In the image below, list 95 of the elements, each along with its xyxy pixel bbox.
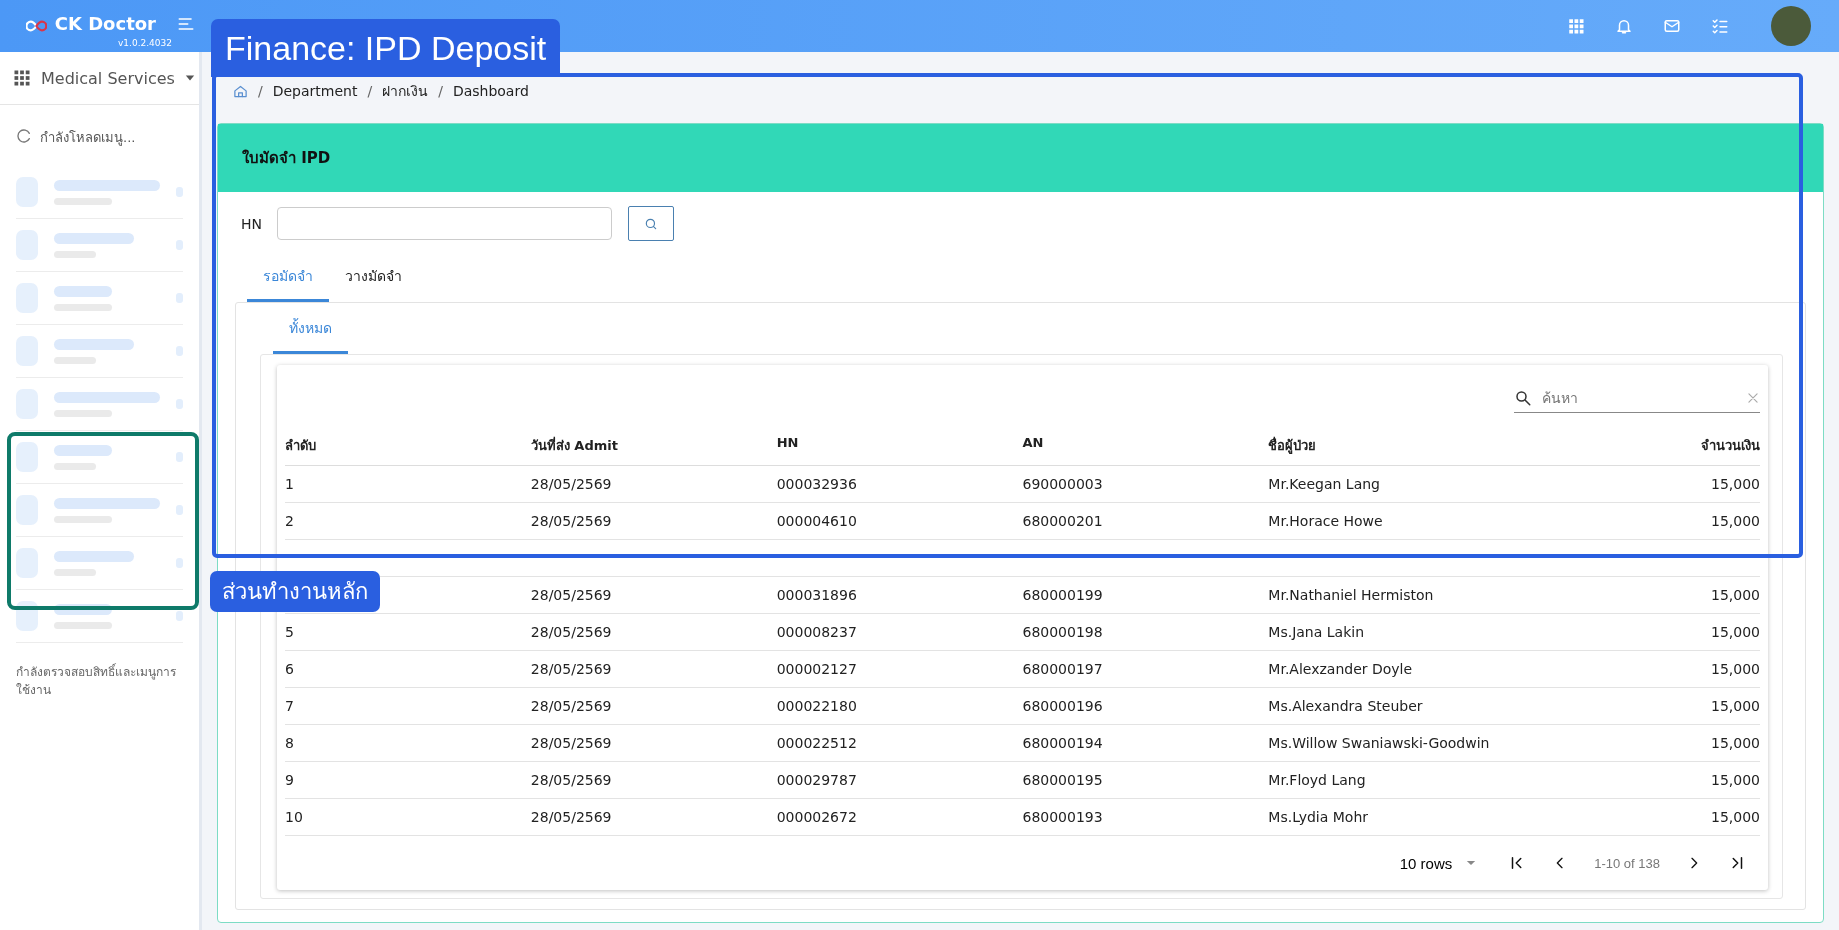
table-cell: 28/05/2569 — [530, 661, 612, 677]
table-cell: 680000196 — [1022, 698, 1103, 714]
search-icon — [644, 216, 658, 231]
status-text: กำลังตรวจสอบสิทธิ์และเมนูการใช้งาน — [15, 662, 177, 699]
mail-icon — [1663, 17, 1681, 35]
table-cell: 15,000 — [1711, 735, 1760, 751]
table-cell: 8 — [285, 735, 294, 751]
column-header: HN — [776, 421, 1023, 466]
table-cell: 680000198 — [1022, 624, 1103, 640]
annotation-label: ส่วนทำงานหลัก — [210, 571, 380, 612]
column-header: AN — [1022, 421, 1269, 466]
table-cell: 680000199 — [1022, 587, 1103, 603]
table-cell: Mr.Horace Howe — [1268, 513, 1383, 529]
card-header: ใบมัดจำ IPD — [218, 124, 1823, 192]
table-cell: 15,000 — [1711, 661, 1760, 677]
table-cell: 680000197 — [1022, 661, 1103, 677]
hn-input[interactable] — [277, 207, 612, 240]
table-cell: 15,000 — [1711, 772, 1760, 788]
table-cell: 680000195 — [1022, 772, 1103, 788]
table-cell: Mr.Floyd Lang — [1268, 772, 1366, 788]
table-cell: 6 — [285, 661, 294, 677]
column-header: ชื่อผู้ป่วย — [1268, 421, 1515, 466]
table-cell: 28/05/2569 — [530, 809, 612, 825]
table-cell: 680000194 — [1022, 735, 1103, 751]
column-header: วันที่ส่ง Admit — [530, 421, 777, 466]
tab[interactable]: ทั้งหมด — [273, 307, 348, 354]
table-cell: Mr.Keegan Lang — [1268, 476, 1380, 492]
table-cell: 000032936 — [776, 476, 857, 492]
breadcrumb-link[interactable]: ฝากเงิน — [382, 80, 429, 102]
table-cell: 5 — [285, 624, 294, 640]
table-cell: 7 — [285, 698, 294, 714]
page-info: 1-10 of 138 — [1594, 855, 1660, 871]
rows-per-page-select[interactable]: 10 rows — [1393, 853, 1483, 873]
table-cell: 10 — [285, 809, 303, 825]
apps-grid-icon — [13, 69, 31, 87]
table-cell: 000008237 — [776, 624, 857, 640]
table-cell: Mr.Nathaniel Hermiston — [1268, 587, 1434, 603]
table-cell: 9 — [285, 772, 294, 788]
module-selector[interactable]: Medical Services — [41, 68, 175, 88]
table-cell: 15,000 — [1711, 809, 1760, 825]
table-cell: 2 — [285, 513, 294, 529]
table-cell: 1 — [285, 476, 294, 492]
brand-name: CK Doctor — [54, 12, 156, 34]
table-cell: 28/05/2569 — [530, 587, 612, 603]
table-cell: 15,000 — [1711, 587, 1760, 603]
column-header: จำนวนเงิน — [1514, 421, 1760, 466]
table-cell: Mr.Alexzander Doyle — [1268, 661, 1413, 677]
table-cell: 000022180 — [776, 698, 857, 714]
loading-text: กำลังโหลดเมนู... — [40, 129, 136, 148]
table-cell: 000031896 — [776, 587, 857, 603]
table-cell: Ms.Jana Lakin — [1268, 624, 1364, 640]
table-cell: 000022512 — [776, 735, 857, 751]
version-label: v1.0.2.4032 — [118, 38, 172, 48]
table-cell: 000029787 — [776, 772, 857, 788]
table-cell: Ms.Willow Swaniawski-Goodwin — [1268, 735, 1490, 751]
table-cell: 000002127 — [776, 661, 857, 677]
table-cell: 15,000 — [1711, 624, 1760, 640]
table-cell: 28/05/2569 — [530, 698, 612, 714]
caret-down-icon — [184, 73, 195, 83]
table-cell: 000004610 — [776, 513, 857, 529]
table-cell: 28/05/2569 — [530, 624, 612, 640]
spinner-icon — [16, 128, 32, 144]
search-button[interactable] — [628, 206, 674, 241]
breadcrumb-separator: / — [258, 83, 263, 99]
home-icon — [233, 83, 248, 99]
breadcrumb-separator: / — [438, 83, 443, 99]
table-cell: 28/05/2569 — [530, 772, 612, 788]
table-cell: 15,000 — [1711, 513, 1760, 529]
table-cell: 28/05/2569 — [530, 735, 612, 751]
table-cell: 680000193 — [1022, 809, 1103, 825]
table-cell: 15,000 — [1711, 698, 1760, 714]
table-cell: 680000201 — [1022, 513, 1103, 529]
avatar-placeholder[interactable] — [1771, 6, 1811, 46]
table-cell: Ms.Lydia Mohr — [1268, 809, 1369, 825]
breadcrumb-link[interactable]: Department — [272, 83, 358, 99]
search-icon — [1514, 388, 1532, 407]
checklist-icon — [1711, 17, 1729, 35]
bell-icon — [1615, 17, 1633, 35]
caret-down-icon — [1466, 858, 1477, 868]
table-cell: Ms.Alexandra Steuber — [1268, 698, 1423, 714]
table-cell: 000002672 — [776, 809, 857, 825]
hn-label: HN — [241, 215, 262, 232]
search-field[interactable]: ค้นหา — [1540, 388, 1738, 407]
annotation-label: Finance: IPD Deposit — [211, 19, 561, 77]
tab[interactable]: วางมัดจำ — [329, 255, 418, 302]
table-cell: 28/05/2569 — [530, 513, 612, 529]
breadcrumb-separator: / — [367, 83, 373, 99]
breadcrumb-link[interactable]: Dashboard — [452, 83, 529, 99]
tab[interactable]: รอมัดจำ — [247, 255, 329, 302]
table-cell: 15,000 — [1711, 476, 1760, 492]
close-icon — [1746, 390, 1760, 405]
table-cell: 28/05/2569 — [530, 476, 612, 492]
column-header: ลำดับ — [285, 421, 531, 466]
apps-grid-icon — [1567, 17, 1585, 35]
table-cell: 690000003 — [1022, 476, 1103, 492]
